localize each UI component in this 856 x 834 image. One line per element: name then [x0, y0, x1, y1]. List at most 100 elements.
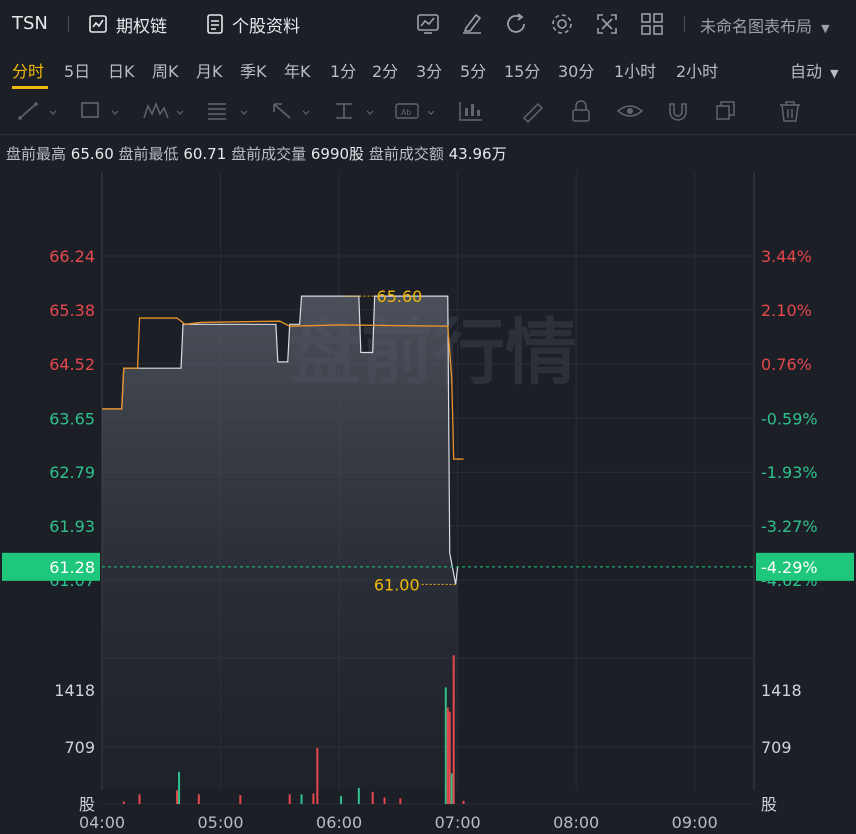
period-tabs: 分时 5日 日K 周K 月K 季K 年K 1分 2分 3分 5分 15分 30分 1小时 2小时: [0, 48, 856, 88]
volume-axis-label-right: 1418: [761, 681, 802, 700]
tab-月K[interactable]: 月K: [196, 58, 223, 82]
separator: [684, 16, 685, 32]
premarket-volume-label: 盘前成交量: [231, 145, 307, 163]
volume-bar: [197, 794, 200, 804]
volume-axis-label-left: 股: [79, 795, 95, 814]
grid-layout-icon[interactable]: [639, 11, 665, 37]
price-axis-label-right: 3.44%: [761, 247, 812, 266]
profile-button[interactable]: 个股资料: [206, 12, 300, 37]
volume-bar: [176, 790, 179, 804]
tab-年K[interactable]: 年K: [284, 58, 311, 82]
divider: [0, 134, 856, 135]
price-area-fill: [102, 296, 458, 790]
svg-text:Ab: Ab: [401, 108, 412, 117]
tab-1分[interactable]: 1分: [330, 58, 356, 82]
price-axis-label-left: 61.93: [49, 517, 95, 536]
price-axis-label-right: 2.10%: [761, 301, 812, 320]
price-axis-label-left: 62.79: [49, 463, 95, 482]
premarket-summary: 盘前最高 65.60 盘前最低 60.71 盘前成交量 6990股 盘前成交额 …: [6, 143, 507, 164]
trash-icon[interactable]: [780, 101, 800, 122]
time-axis-label: 06:00: [316, 813, 362, 832]
volume-bar: [452, 655, 455, 804]
tab-季K[interactable]: 季K: [240, 58, 267, 82]
chart-type-icon[interactable]: [415, 11, 441, 37]
refresh-icon[interactable]: [504, 11, 530, 37]
options-chain-label: 期权链: [116, 16, 167, 37]
layout-dropdown[interactable]: 未命名图表布局 ▼: [700, 13, 830, 37]
indicator-tool-icon[interactable]: [459, 102, 482, 121]
tab-30分[interactable]: 30分: [558, 58, 594, 82]
premarket-low-label: 盘前最低: [118, 145, 179, 163]
copy-icon[interactable]: [716, 101, 735, 120]
active-tab-indicator: [12, 86, 48, 89]
price-chart[interactable]: 盘前行情65.6061.0066.243.44%65.382.10%64.520…: [0, 172, 856, 834]
tab-5日[interactable]: 5日: [64, 58, 90, 82]
high-marker-label: 65.60: [377, 287, 423, 306]
current-price-value: 61.28: [49, 558, 95, 577]
time-axis-label: 04:00: [79, 813, 125, 832]
volume-axis-label-right: 股: [761, 795, 777, 814]
options-chain-icon: [89, 15, 107, 33]
volume-axis-label-left: 1418: [54, 681, 95, 700]
volume-bar: [444, 687, 447, 804]
volume-bar: [450, 773, 453, 804]
options-chain-button[interactable]: 期权链: [88, 12, 167, 37]
tab-5分[interactable]: 5分: [460, 58, 486, 82]
premarket-high-value: 65.60: [70, 145, 114, 163]
tab-3分[interactable]: 3分: [416, 58, 442, 82]
time-axis-label: 09:00: [672, 813, 718, 832]
draw-icon[interactable]: [459, 11, 485, 37]
magnet-icon[interactable]: [669, 103, 687, 121]
tab-15分[interactable]: 15分: [504, 58, 540, 82]
volume-bar: [446, 707, 449, 804]
tab-2分[interactable]: 2分: [372, 58, 398, 82]
fullscreen-icon[interactable]: [594, 11, 620, 37]
pen-tool-icon[interactable]: [522, 102, 544, 124]
tab-日K[interactable]: 日K: [108, 58, 135, 82]
lock-icon[interactable]: [572, 100, 590, 122]
price-axis-label-right: -0.59%: [761, 409, 818, 428]
trend-line-tool-icon[interactable]: [18, 102, 57, 120]
fib-tool-icon[interactable]: [208, 103, 248, 120]
price-axis-label-right: -3.27%: [761, 517, 818, 536]
settings-icon[interactable]: [549, 11, 575, 37]
document-icon: [207, 14, 223, 34]
arrow-tool-icon[interactable]: [273, 103, 310, 119]
profile-label: 个股资料: [232, 16, 300, 37]
volume-bar: [371, 791, 374, 804]
tab-1小时[interactable]: 1小时: [614, 58, 656, 82]
eye-icon[interactable]: [616, 105, 644, 117]
volume-bar: [138, 794, 141, 804]
symbol-label[interactable]: TSN: [12, 13, 48, 34]
measure-tool-icon[interactable]: [336, 103, 374, 119]
volume-bar: [462, 800, 465, 804]
premarket-high-label: 盘前最高: [6, 145, 67, 163]
layout-label: 未命名图表布局: [700, 17, 813, 36]
low-marker-label: 61.00: [374, 575, 420, 594]
text-tool-icon[interactable]: Ab: [395, 103, 435, 119]
volume-bar: [399, 798, 402, 804]
auto-dropdown[interactable]: 自动 ▼: [790, 58, 839, 82]
premarket-volume-value: 6990股: [310, 145, 365, 163]
tab-周K[interactable]: 周K: [152, 58, 179, 82]
volume-bar: [239, 795, 242, 804]
volume-bar: [288, 794, 291, 804]
current-change-value: -4.29%: [761, 558, 818, 577]
volume-bar: [316, 747, 319, 804]
volume-bar: [178, 771, 181, 804]
auto-label: 自动: [790, 62, 823, 81]
pattern-tool-icon[interactable]: [143, 101, 184, 119]
premarket-amount-label: 盘前成交额: [368, 145, 444, 163]
tab-分时[interactable]: 分时: [12, 58, 44, 82]
tab-2小时[interactable]: 2小时: [676, 58, 718, 82]
price-axis-label-left: 63.65: [49, 409, 95, 428]
volume-bar: [300, 794, 303, 804]
volume-bar: [357, 787, 360, 804]
rectangle-tool-icon[interactable]: [81, 102, 119, 118]
time-axis-label: 07:00: [435, 813, 481, 832]
volume-bar: [340, 795, 343, 804]
top-bar: TSN 期权链 个股资料 未命名图表布局 ▼: [0, 0, 856, 48]
price-axis-label-left: 66.24: [49, 247, 95, 266]
drawing-toolbar: Ab: [18, 100, 800, 124]
volume-bar: [312, 793, 315, 804]
